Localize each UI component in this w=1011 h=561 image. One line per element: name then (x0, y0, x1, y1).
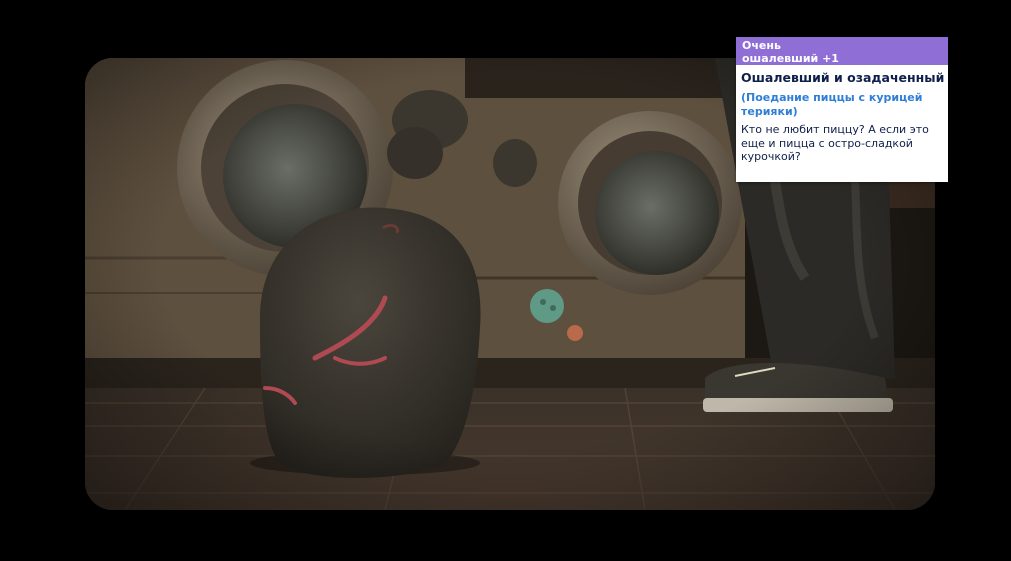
moodlet-body: Ошалевший и озадаченный (Поедание пиццы … (736, 65, 948, 164)
moodlet-tooltip: Очень ошалевший +1 Ошалевший и озадаченн… (736, 37, 948, 182)
moodlet-intensity-label: Очень (742, 39, 781, 52)
moodlet-title: Ошалевший и озадаченный (741, 70, 945, 85)
moodlet-source: (Поедание пиццы с курицей терияки) (741, 91, 923, 118)
moodlet-emotion-label: ошалевший +1 (742, 52, 839, 65)
moodlet-header: Очень ошалевший +1 (736, 37, 948, 65)
game-screen: Очень ошалевший +1 Ошалевший и озадаченн… (0, 0, 1011, 561)
moodlet-description: Кто не любит пиццу? А если это еще и пиц… (741, 123, 929, 163)
